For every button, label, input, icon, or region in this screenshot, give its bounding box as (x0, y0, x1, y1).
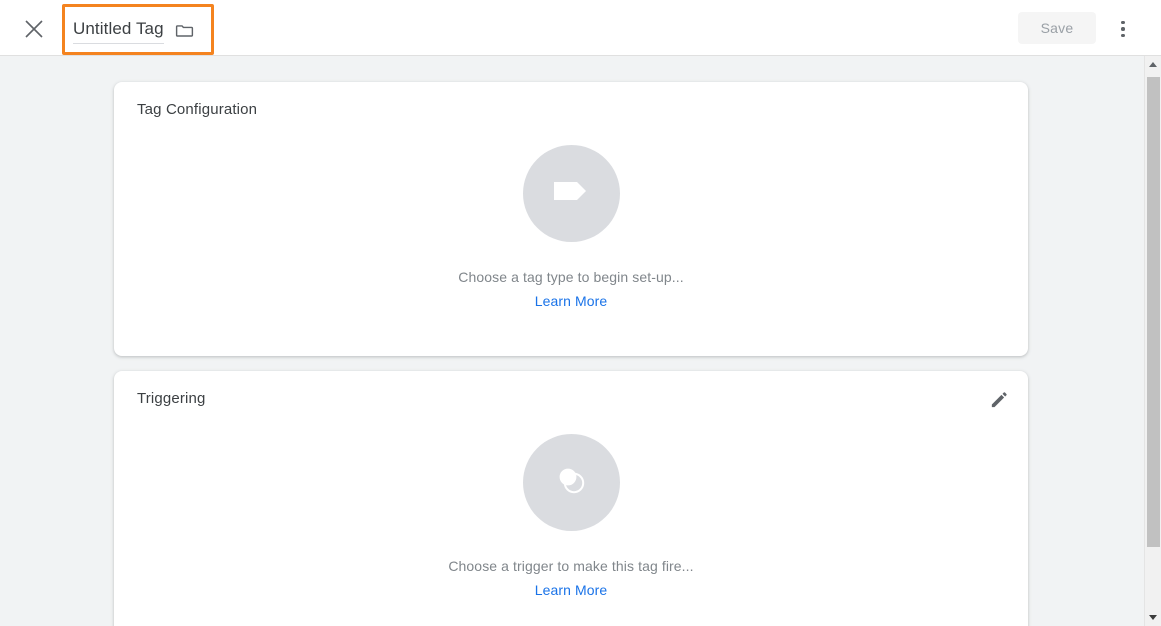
tag-configuration-hint: Choose a tag type to begin set-up... (458, 269, 684, 285)
save-button[interactable]: Save (1018, 12, 1096, 44)
close-button[interactable] (18, 13, 50, 45)
tag-name-input[interactable]: Untitled Tag (73, 17, 164, 44)
scrollbar-thumb[interactable] (1147, 77, 1160, 547)
close-icon (25, 20, 43, 38)
trigger-icon-circle (522, 434, 620, 531)
tag-name-row: Untitled Tag (73, 14, 195, 46)
scroll-down-arrow-icon[interactable] (1145, 609, 1161, 626)
more-vert-icon (1121, 20, 1125, 38)
tag-configuration-learn-more-link[interactable]: Learn More (535, 293, 608, 309)
editor-content: Tag Configuration Choose a tag type to b… (0, 56, 1144, 626)
more-options-button[interactable] (1107, 13, 1139, 45)
tag-editor-page: Untitled Tag Save Tag Configuration Choo… (0, 0, 1161, 626)
triggering-card: Triggering Choose a trigger to make this… (114, 371, 1028, 626)
tag-configuration-card: Tag Configuration Choose a tag type to b… (114, 82, 1028, 356)
trigger-icon (549, 458, 593, 507)
vertical-scrollbar[interactable] (1144, 56, 1161, 626)
scroll-up-arrow-icon[interactable] (1145, 56, 1161, 73)
editor-header: Untitled Tag Save (0, 0, 1161, 56)
triggering-learn-more-link[interactable]: Learn More (535, 582, 608, 598)
tag-icon-circle (522, 145, 620, 242)
tag-configuration-empty-state[interactable]: Choose a tag type to begin set-up... Lea… (114, 82, 1028, 356)
tag-icon (550, 174, 592, 213)
triggering-empty-state[interactable]: Choose a trigger to make this tag fire..… (114, 371, 1028, 626)
triggering-hint: Choose a trigger to make this tag fire..… (448, 558, 694, 574)
folder-icon[interactable] (175, 20, 195, 40)
